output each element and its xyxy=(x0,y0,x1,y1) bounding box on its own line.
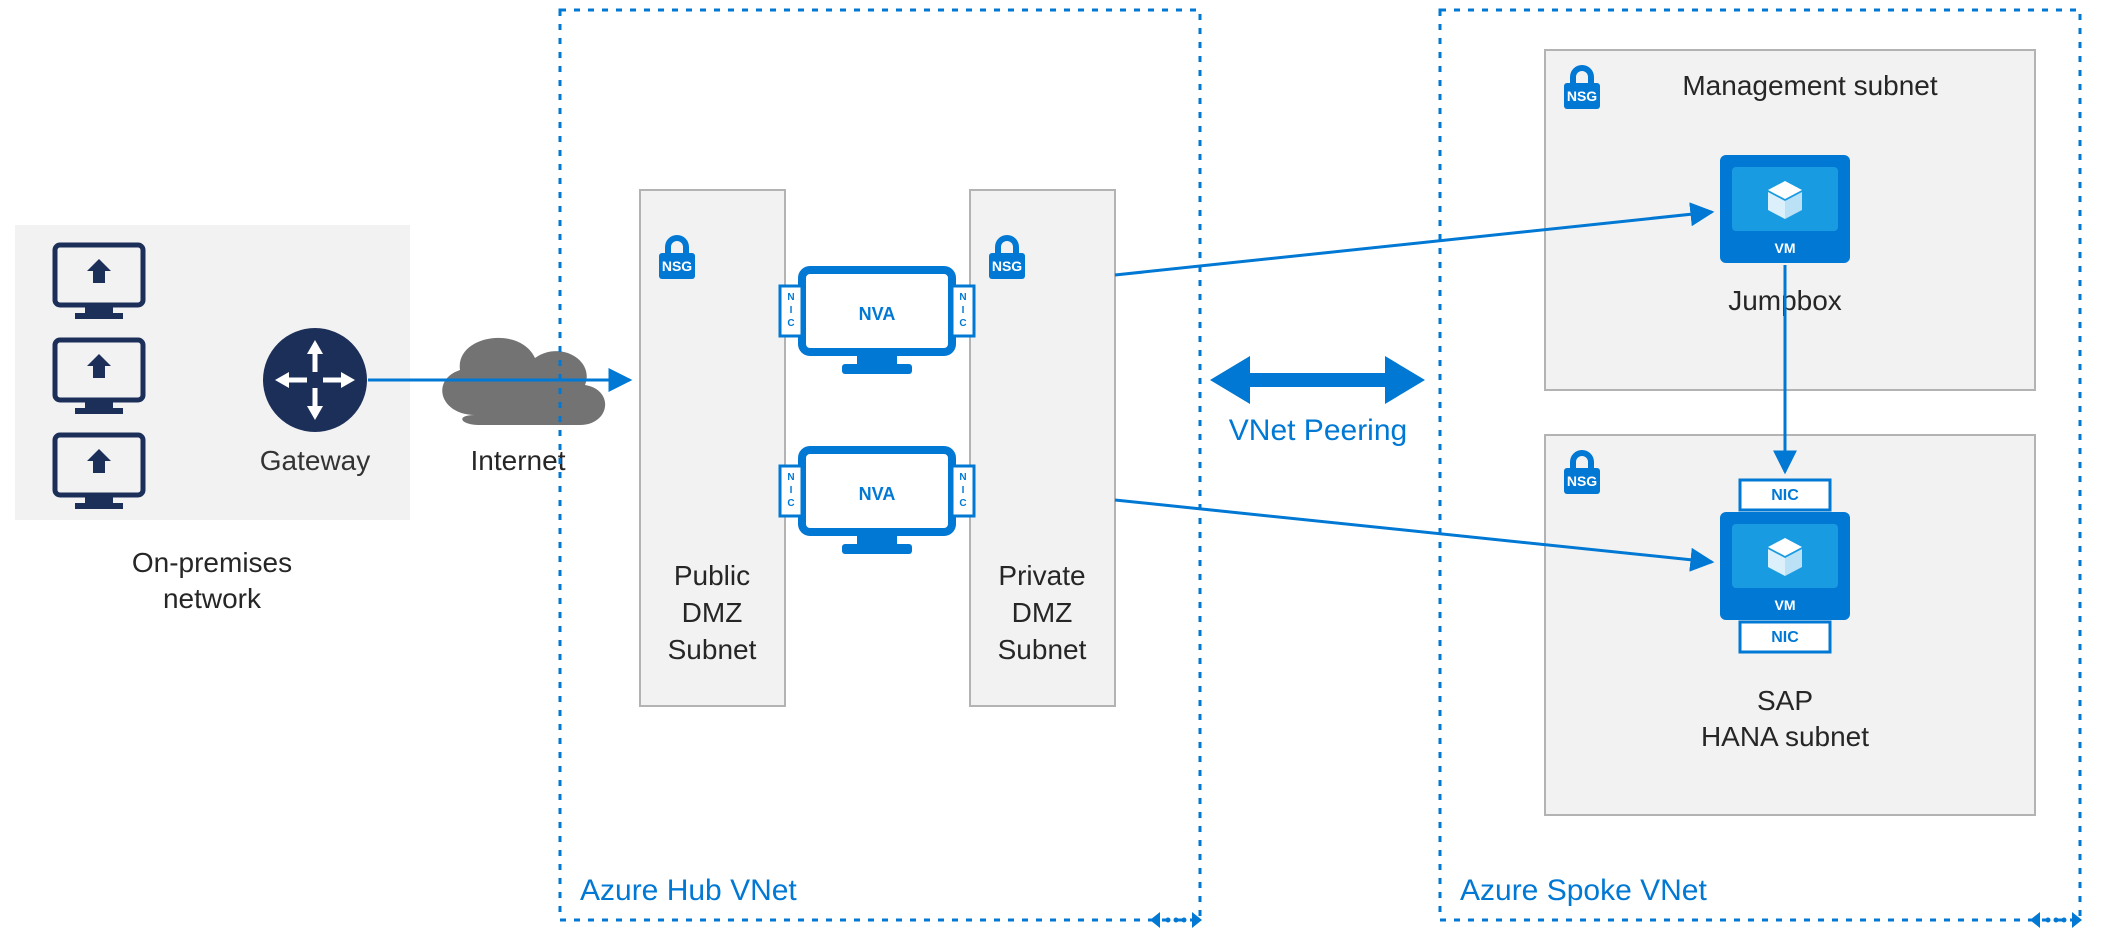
nic-label: N xyxy=(787,292,794,303)
internet-label: Internet xyxy=(471,445,566,476)
sap-subnet-l2: HANA subnet xyxy=(1701,721,1869,752)
public-dmz-l3: Subnet xyxy=(668,634,757,665)
onprem-network-box: On-premises network xyxy=(15,225,410,614)
vm-label: VM xyxy=(1775,597,1796,613)
hub-vnet-title: Azure Hub VNet xyxy=(580,874,797,907)
gateway-label: Gateway xyxy=(260,445,371,476)
svg-text:C: C xyxy=(959,498,966,509)
vnet-peering-arrow: VNet Peering xyxy=(1210,356,1425,447)
svg-text:I: I xyxy=(962,485,965,496)
sap-vm-icon: VM xyxy=(1720,512,1850,620)
vm-label: VM xyxy=(1775,240,1796,256)
spoke-vnet-title: Azure Spoke VNet xyxy=(1460,874,1707,907)
onprem-title-l2: network xyxy=(163,583,262,614)
resize-handle-icon xyxy=(2030,912,2082,928)
nsg-label: NSG xyxy=(992,258,1022,274)
vnet-peering-label: VNet Peering xyxy=(1229,414,1407,447)
private-dmz-l1: Private xyxy=(998,560,1085,591)
svg-text:I: I xyxy=(790,485,793,496)
nva-label: NVA xyxy=(859,484,896,504)
nva-label: NVA xyxy=(859,304,896,324)
nic-label: C xyxy=(959,318,966,329)
nva-appliance-icon: NVA N I C N I C xyxy=(780,270,974,374)
nsg-label: NSG xyxy=(662,258,692,274)
resize-handle-icon xyxy=(1150,912,1202,928)
private-dmz-l3: Subnet xyxy=(998,634,1087,665)
private-dmz-subnet: NSG Private DMZ Subnet xyxy=(970,190,1115,706)
nva-appliance-icon: NVA N I C N I C xyxy=(780,450,974,554)
public-dmz-subnet: NSG Public DMZ Subnet xyxy=(640,190,785,706)
private-dmz-l2: DMZ xyxy=(1012,597,1073,628)
nic-label: NIC xyxy=(1771,487,1799,504)
jumpbox-vm-icon: VM xyxy=(1720,155,1850,263)
mgmt-subnet-title: Management subnet xyxy=(1682,70,1938,101)
sap-subnet-l1: SAP xyxy=(1757,685,1813,716)
svg-text:C: C xyxy=(787,498,794,509)
nic-label: I xyxy=(790,305,793,316)
svg-text:N: N xyxy=(959,472,966,483)
onprem-title-l1: On-premises xyxy=(132,547,292,578)
nic-label: C xyxy=(787,318,794,329)
nic-label: NIC xyxy=(1771,629,1799,646)
svg-text:N: N xyxy=(787,472,794,483)
gateway-icon xyxy=(263,328,367,432)
nic-label: I xyxy=(962,305,965,316)
nsg-label: NSG xyxy=(1567,473,1597,489)
public-dmz-l2: DMZ xyxy=(682,597,743,628)
management-subnet: NSG Management subnet VM Jumpbox xyxy=(1545,50,2035,390)
public-dmz-l1: Public xyxy=(674,560,750,591)
sap-hana-subnet: NSG NIC VM NIC SAP HANA subnet xyxy=(1545,435,2035,815)
nsg-label: NSG xyxy=(1567,88,1597,104)
nic-label: N xyxy=(959,292,966,303)
